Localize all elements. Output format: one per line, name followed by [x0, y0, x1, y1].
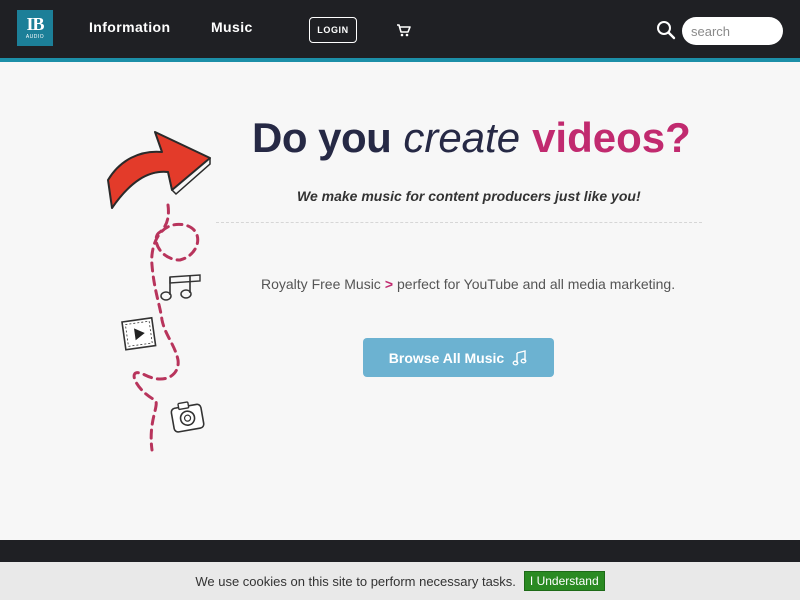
hero-headline: Do you create videos?: [252, 113, 691, 163]
video-film-icon: [121, 316, 157, 351]
music-note-icon: [512, 349, 527, 365]
header-accent-line: [0, 58, 800, 62]
search-icon[interactable]: [656, 20, 676, 40]
red-arrow-icon: [107, 131, 211, 209]
cookie-accept-button[interactable]: I Understand: [523, 571, 605, 591]
tagline-part-1: Royalty Free Music: [261, 276, 381, 292]
camera-icon: [170, 401, 205, 433]
cart-icon[interactable]: [396, 22, 412, 38]
browse-button-label: Browse All Music: [388, 349, 505, 366]
hero-illustration: [107, 131, 211, 452]
site-logo[interactable]: IB AUDIO: [17, 10, 53, 46]
logo-subtitle: AUDIO: [25, 34, 45, 40]
cookie-text: We use cookies on this site to perform n…: [195, 573, 516, 589]
login-button[interactable]: LOGIN: [309, 17, 357, 43]
nav-music-link[interactable]: Music: [211, 19, 253, 35]
music-note-icon: [160, 274, 201, 301]
footer-bar: [0, 540, 800, 562]
headline-part-2: create: [403, 114, 521, 161]
hero-divider: [216, 222, 702, 223]
hero-subheading: We make music for content producers just…: [297, 188, 641, 204]
nav-information-link[interactable]: Information: [89, 19, 170, 35]
headline-part-1: Do you: [252, 114, 392, 161]
logo-mark: IB: [26, 14, 44, 34]
browse-all-music-button[interactable]: Browse All Music: [363, 338, 554, 377]
headline-part-3: videos?: [532, 114, 691, 161]
cookie-banner: We use cookies on this site to perform n…: [0, 562, 800, 600]
search-input[interactable]: [682, 17, 783, 45]
chevron-right-icon: >: [384, 276, 393, 292]
hero-tagline: Royalty Free Music > perfect for YouTube a…: [261, 276, 675, 292]
tagline-part-2: perfect for YouTube and all media market…: [397, 276, 676, 292]
